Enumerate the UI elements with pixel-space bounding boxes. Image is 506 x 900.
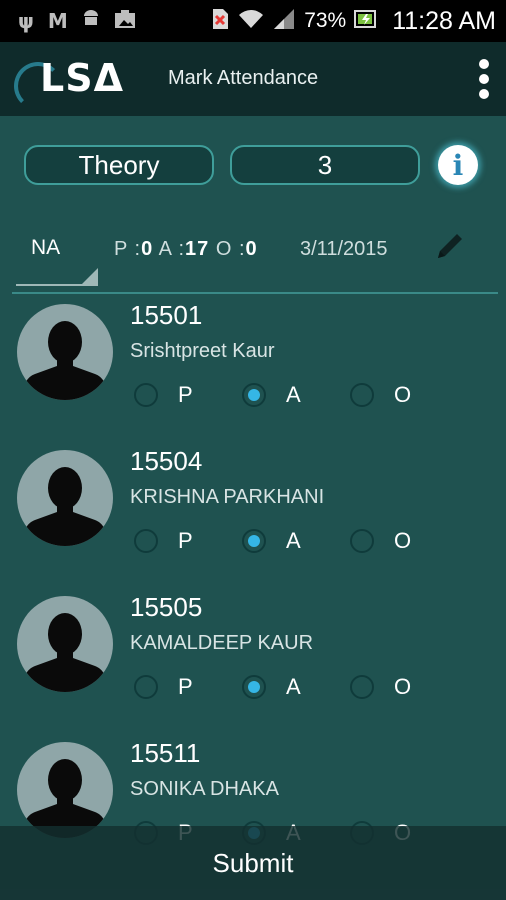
student-row: 15505 KAMALDEEP KAUR P A O [0, 588, 506, 734]
student-list[interactable]: 15501 Srishtpreet Kaur P A O 15504 KRISH… [0, 296, 506, 900]
filter-spinner[interactable]: NA [16, 228, 98, 286]
present-label: P : [114, 238, 142, 260]
signal-icon [272, 8, 296, 35]
overflow-menu-icon[interactable] [476, 59, 492, 99]
present-option-label: P [178, 528, 193, 553]
attendance-date: 3/11/2015 [300, 238, 388, 260]
spinner-corner-icon [82, 268, 98, 284]
absent-count: 17 [185, 238, 210, 260]
absent-radio[interactable] [242, 383, 266, 407]
present-radio[interactable] [134, 529, 158, 553]
other-count: 0 [245, 238, 258, 260]
wifi-icon [238, 8, 264, 35]
student-roll: 15511 [130, 738, 201, 768]
other-option[interactable]: O [350, 672, 411, 702]
absent-option-label: A [286, 382, 301, 407]
student-row: 15501 Srishtpreet Kaur P A O [0, 296, 506, 442]
other-option[interactable]: O [350, 380, 411, 410]
battery-icon [354, 8, 378, 35]
avatar [17, 742, 113, 838]
absent-option[interactable]: A [242, 526, 301, 556]
avatar [17, 304, 113, 400]
other-option-label: O [394, 528, 412, 553]
logo-text: LSΔ [40, 56, 124, 100]
m-app-icon: M [47, 9, 68, 33]
no-sim-icon [210, 8, 230, 35]
other-option-label: O [394, 674, 412, 699]
edit-date-icon[interactable] [430, 228, 470, 268]
absent-label: A : [158, 238, 186, 260]
present-option[interactable]: P [134, 380, 193, 410]
student-roll: 15504 [130, 446, 203, 476]
attendance-counts: P :0 A :17 O :0 [114, 238, 258, 261]
battery-percent: 73% [304, 9, 347, 32]
student-roll: 15505 [130, 592, 203, 622]
student-row: 15504 KRISHNA PARKHANI P A O [0, 442, 506, 588]
page-title: Mark Attendance [168, 67, 319, 89]
other-radio[interactable] [350, 529, 374, 553]
avatar [17, 596, 113, 692]
lecture-number-spinner[interactable]: 3 [230, 145, 420, 185]
absent-option-label: A [286, 528, 301, 553]
absent-radio[interactable] [242, 675, 266, 699]
other-radio[interactable] [350, 383, 374, 407]
filter-value: NA [31, 236, 61, 259]
avatar [17, 450, 113, 546]
student-roll: 15501 [130, 300, 203, 330]
app-logo: LSΔ [0, 42, 140, 116]
info-icon[interactable]: i [438, 145, 478, 185]
system-icons: 73% 11:28 AM [210, 7, 506, 36]
usb-icon: ψ [18, 9, 34, 33]
photo-icon [114, 9, 136, 34]
clock: 11:28 AM [392, 6, 496, 35]
app-bar: LSΔ Mark Attendance [0, 42, 506, 116]
present-radio[interactable] [134, 675, 158, 699]
student-name: Srishtpreet Kaur [130, 340, 275, 362]
present-radio[interactable] [134, 383, 158, 407]
header-divider [12, 292, 498, 294]
other-radio[interactable] [350, 675, 374, 699]
absent-option[interactable]: A [242, 380, 301, 410]
absent-radio[interactable] [242, 529, 266, 553]
student-name: SONIKA DHAKA [130, 778, 279, 800]
student-name: KRISHNA PARKHANI [130, 486, 325, 508]
android-icon [82, 9, 100, 34]
present-option-label: P [178, 674, 193, 699]
present-count: 0 [141, 238, 154, 260]
other-option-label: O [394, 382, 412, 407]
other-option[interactable]: O [350, 526, 411, 556]
present-option[interactable]: P [134, 526, 193, 556]
present-option[interactable]: P [134, 672, 193, 702]
status-bar: ψ M 73% 11:28 AM [0, 0, 506, 42]
attendance-summary: NA P :0 A :17 O :0 3/11/2015 [0, 228, 506, 288]
present-option-label: P [178, 382, 193, 407]
spinner-underline [16, 284, 98, 286]
session-selectors: Theory 3 i [24, 145, 484, 185]
other-label: O : [215, 238, 246, 260]
student-name: KAMALDEEP KAUR [130, 632, 314, 654]
submit-button[interactable]: Submit [0, 826, 506, 900]
notification-icons: ψ M [0, 9, 136, 34]
absent-option-label: A [286, 674, 301, 699]
lecture-type-spinner[interactable]: Theory [24, 145, 214, 185]
absent-option[interactable]: A [242, 672, 301, 702]
